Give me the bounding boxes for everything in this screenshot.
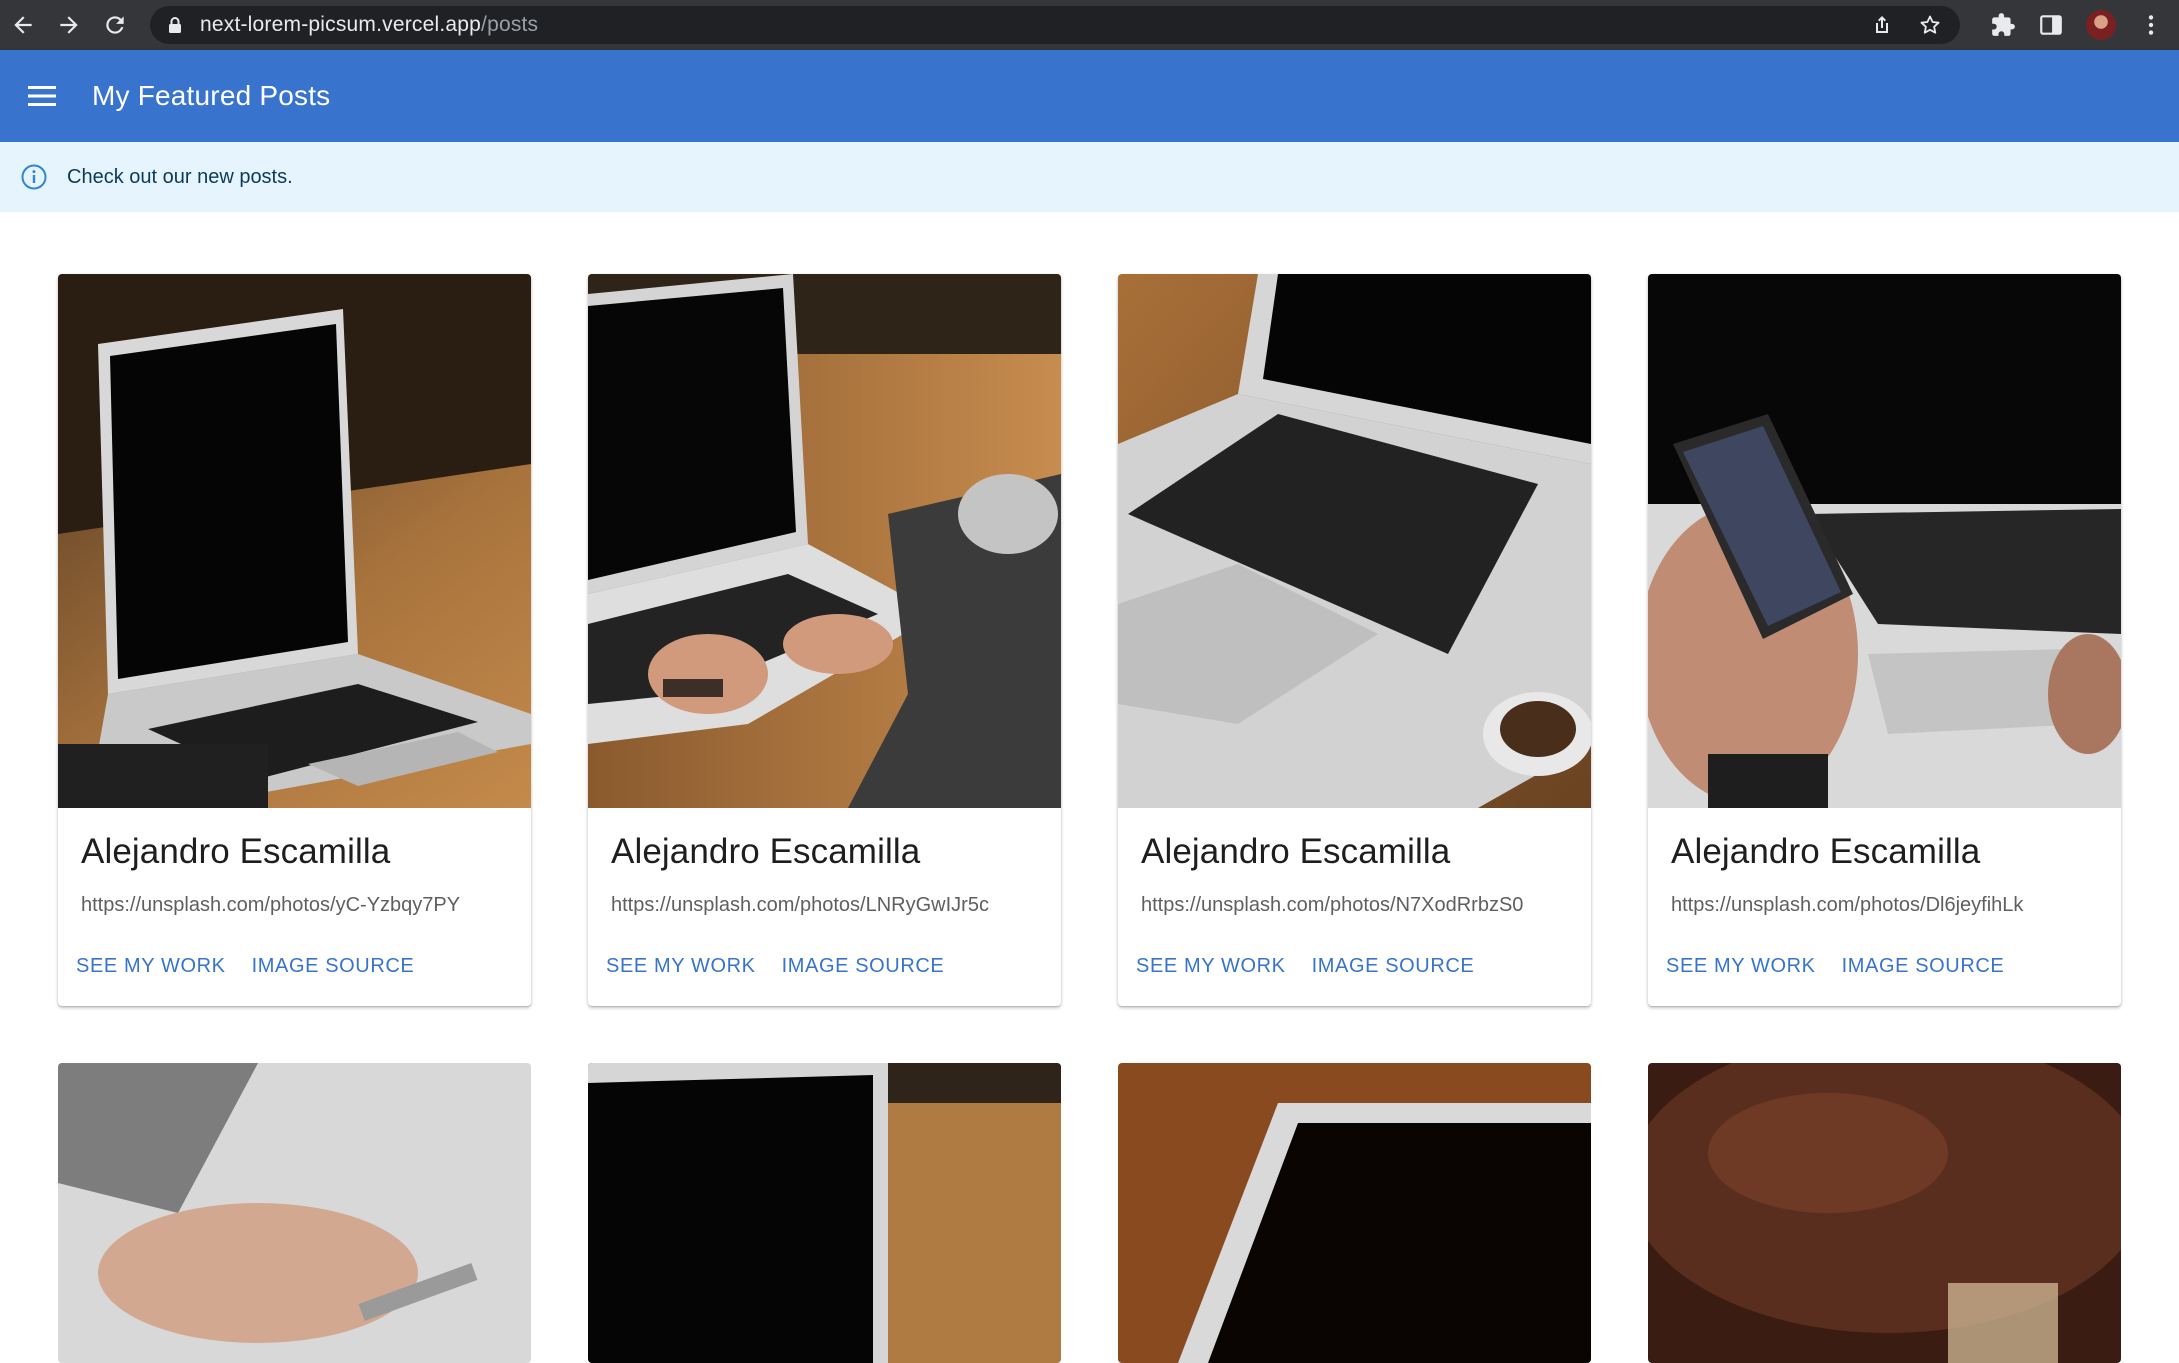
post-image[interactable]	[1118, 1063, 1591, 1363]
post-image[interactable]	[588, 1063, 1061, 1363]
reload-icon	[106, 16, 124, 34]
share-icon[interactable]	[1870, 13, 1894, 37]
alert-message: Check out our new posts.	[67, 165, 293, 188]
post-url: https://unsplash.com/photos/yC-Yzbqy7PY	[81, 894, 461, 916]
post-author: Alejandro Escamilla	[1141, 832, 1451, 871]
post-image[interactable]	[58, 274, 531, 808]
see-my-work-button[interactable]: SEE MY WORK	[1136, 949, 1286, 984]
image-source-button[interactable]: IMAGE SOURCE	[252, 949, 415, 984]
lock-icon	[169, 17, 181, 33]
see-my-work-button[interactable]: SEE MY WORK	[1666, 949, 1816, 984]
post-image[interactable]	[1118, 274, 1591, 808]
browser-toolbar: next-lorem-picsum.vercel.app/posts	[0, 0, 2179, 50]
see-my-work-button[interactable]: SEE MY WORK	[76, 949, 226, 984]
side-panel-icon[interactable]	[2038, 12, 2064, 38]
forward-button[interactable]	[46, 0, 92, 50]
url-text: next-lorem-picsum.vercel.app/posts	[200, 13, 538, 37]
image-source-button[interactable]: IMAGE SOURCE	[1312, 949, 1475, 984]
address-bar[interactable]: next-lorem-picsum.vercel.app/posts	[150, 6, 1960, 44]
back-button[interactable]	[0, 0, 46, 50]
post-image[interactable]	[588, 274, 1061, 808]
post-author: Alejandro Escamilla	[81, 832, 391, 871]
info-alert: Check out our new posts.	[0, 142, 2179, 212]
post-card: Alejandro Escamilla https://unsplash.com…	[58, 274, 531, 1006]
post-card	[1648, 1063, 2121, 1363]
hamburger-menu-icon	[28, 86, 56, 106]
post-card: Alejandro Escamilla https://unsplash.com…	[1648, 274, 2121, 1006]
arrow-right-icon	[60, 16, 78, 34]
post-author: Alejandro Escamilla	[611, 832, 921, 871]
info-icon	[21, 164, 47, 190]
arrow-left-icon	[14, 16, 32, 34]
posts-grid: Alejandro Escamilla https://unsplash.com…	[58, 274, 2121, 1363]
image-source-button[interactable]: IMAGE SOURCE	[1842, 949, 2005, 984]
app-bar: My Featured Posts	[0, 50, 2179, 142]
post-card: Alejandro Escamilla https://unsplash.com…	[588, 274, 1061, 1006]
url-path: /posts	[481, 13, 539, 36]
page-title: My Featured Posts	[92, 80, 331, 111]
post-url: https://unsplash.com/photos/LNRyGwIJr5c	[611, 894, 989, 916]
post-card: Alejandro Escamilla https://unsplash.com…	[1118, 274, 1591, 1006]
post-card	[58, 1063, 531, 1363]
more-vertical-icon[interactable]	[2138, 12, 2164, 38]
post-url: https://unsplash.com/photos/N7XodRrbzS0	[1141, 894, 1524, 916]
image-source-button[interactable]: IMAGE SOURCE	[782, 949, 945, 984]
post-author: Alejandro Escamilla	[1671, 832, 1981, 871]
post-card	[588, 1063, 1061, 1363]
post-image[interactable]	[1648, 1063, 2121, 1363]
profile-avatar[interactable]	[2086, 10, 2116, 40]
menu-button[interactable]	[20, 74, 64, 118]
post-image[interactable]	[1648, 274, 2121, 808]
post-card	[1118, 1063, 1591, 1363]
reload-button[interactable]	[92, 0, 138, 50]
post-image[interactable]	[58, 1063, 531, 1363]
url-host: next-lorem-picsum.vercel.app	[200, 13, 482, 36]
extensions-puzzle-icon[interactable]	[1990, 12, 2016, 38]
post-url: https://unsplash.com/photos/Dl6jeyfihLk	[1671, 894, 2024, 916]
see-my-work-button[interactable]: SEE MY WORK	[606, 949, 756, 984]
bookmark-star-icon[interactable]	[1918, 13, 1942, 37]
